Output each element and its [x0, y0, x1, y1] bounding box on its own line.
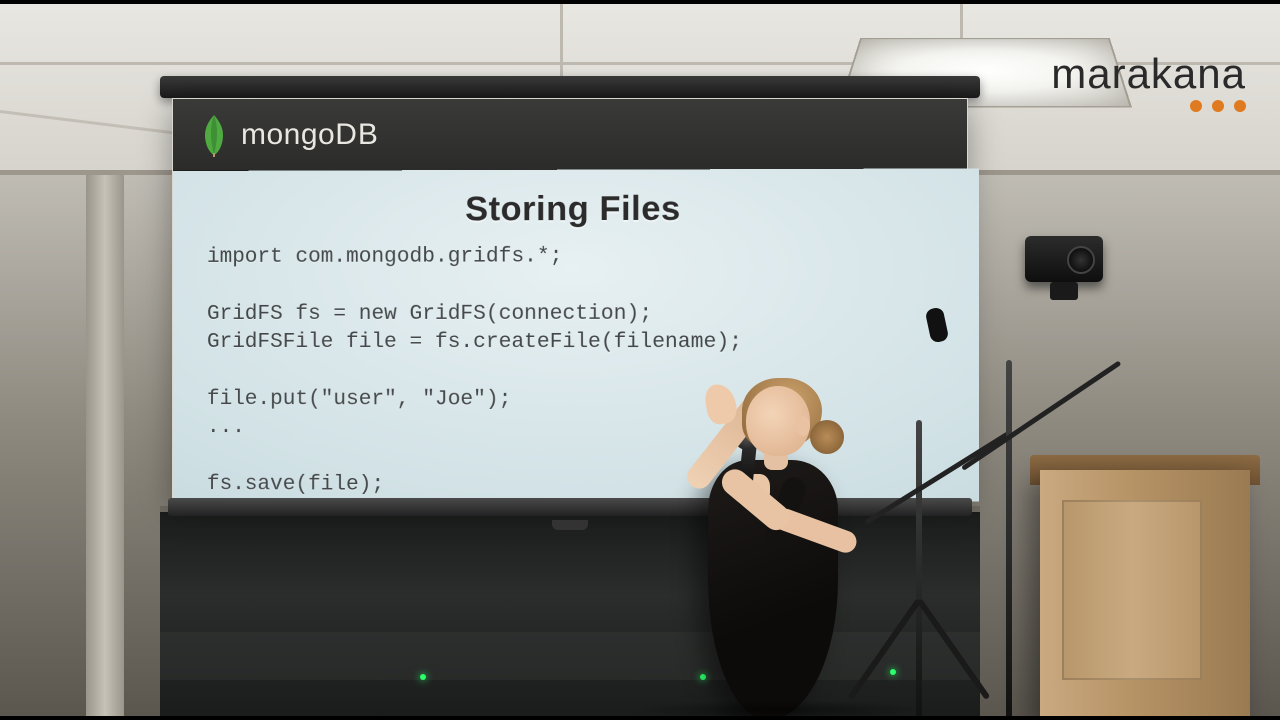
screen-housing [160, 76, 980, 98]
podium-panel [1062, 500, 1202, 680]
marakana-watermark: marakana [1051, 50, 1246, 112]
watermark-dots [1051, 100, 1246, 112]
mic-stand [1006, 360, 1012, 720]
dot-icon [1190, 100, 1202, 112]
brand-secondary: DB [335, 118, 379, 151]
wall-camera [1025, 236, 1103, 282]
presenter-hand [703, 382, 738, 426]
letterbox [0, 0, 1280, 4]
presenter-ear [796, 416, 810, 436]
dot-icon [1234, 100, 1246, 112]
slide-title: Storing Files [207, 189, 944, 230]
indicator-light-icon [890, 669, 896, 675]
watermark-text: marakana [1051, 50, 1246, 98]
conference-room-scene: mongoDB Storing Files import com.mongodb… [0, 0, 1280, 720]
presenter-hair [810, 420, 844, 454]
letterbox [0, 716, 1280, 720]
mic-stand [916, 420, 922, 720]
presenter [668, 366, 868, 720]
dot-icon [1212, 100, 1224, 112]
camera-mount [1050, 282, 1078, 300]
wall-column [86, 175, 124, 720]
mongodb-leaf-icon [201, 113, 227, 157]
slide-header: mongoDB [173, 99, 967, 171]
screen-pull-handle [552, 520, 588, 530]
brand-primary: mongo [241, 118, 335, 151]
mongodb-logo-text: mongoDB [241, 118, 379, 152]
indicator-light-icon [420, 674, 426, 680]
